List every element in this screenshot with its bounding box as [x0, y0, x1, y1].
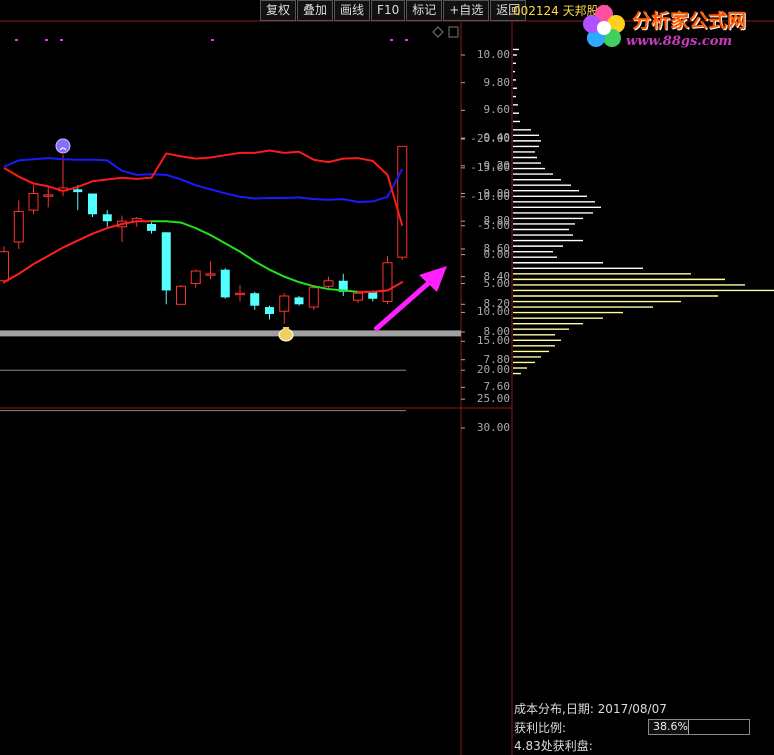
ma-segment — [283, 275, 300, 284]
profit-ratio-label: 获利比例: — [514, 721, 567, 735]
ma-segment — [47, 246, 64, 257]
candle-body — [353, 292, 363, 301]
restore-rights-button[interactable]: 复权 — [260, 0, 297, 21]
candle-body — [161, 232, 171, 291]
candle-body — [235, 292, 245, 296]
ma-segment — [327, 288, 345, 292]
support-band — [0, 330, 461, 337]
indicator-tick-label: 5.00 — [483, 276, 511, 290]
flower-icon — [583, 5, 625, 47]
indicator-tick-label: -10.00 — [470, 189, 510, 203]
candle-body — [323, 280, 334, 287]
ma-segment — [298, 281, 315, 288]
ma-segment — [224, 242, 241, 253]
site-logo: 分析家公式网 www.88gs.com — [576, 0, 774, 56]
ma-segment — [268, 268, 286, 278]
candle-body — [220, 269, 230, 298]
ma-segment — [165, 220, 182, 224]
indicator-tick-label: 20.00 — [476, 363, 510, 377]
ma-segment — [32, 254, 50, 266]
price-tick-label: 9.80 — [483, 75, 511, 89]
candle-body — [28, 193, 39, 211]
indicator-tick-label: -15.00 — [470, 160, 510, 174]
add-watchlist-button[interactable]: +自选 — [443, 0, 490, 21]
candle-body — [250, 293, 260, 306]
f10-button[interactable]: F10 — [371, 0, 406, 21]
candle-body — [265, 307, 274, 314]
candle-body — [102, 214, 112, 222]
money-bag-neck — [283, 327, 289, 330]
ma-segment — [253, 260, 271, 271]
candle-body — [397, 145, 408, 258]
ma-segment — [342, 289, 359, 293]
indicator-tick-label: 25.00 — [476, 392, 510, 406]
indicator-tick-label: 0.00 — [483, 247, 511, 261]
diamond-icon — [432, 26, 444, 38]
chart-toolbar: 复权 叠加 画线 F10 标记 +自选 返回 — [260, 0, 527, 21]
ma-segment — [194, 227, 212, 237]
signal-dot — [390, 39, 393, 41]
signal-dot — [45, 39, 48, 41]
ma-segment — [371, 289, 389, 293]
ma-segment — [17, 263, 35, 275]
candle-body — [382, 262, 393, 303]
candle-body — [88, 193, 97, 215]
logo-url: www.88gs.com — [626, 34, 733, 49]
overlay-button[interactable]: 叠加 — [297, 0, 334, 21]
profit-at-label: 4.83处获利盘: — [514, 739, 593, 753]
cost-title: 成本分布,日期: 2017/08/07 — [514, 702, 667, 716]
indicator-tick-label: -5.00 — [476, 218, 510, 232]
candle-body — [279, 295, 290, 312]
candle-body — [294, 297, 304, 305]
candle-body — [13, 211, 24, 243]
profit-ratio-value: 38.6% — [653, 720, 688, 733]
mark-button[interactable]: 标记 — [406, 0, 443, 21]
candle-body — [0, 251, 9, 282]
signal-dot — [405, 39, 408, 41]
signal-dot — [15, 39, 18, 41]
candle-body — [73, 189, 83, 193]
ma-segment — [180, 221, 197, 230]
ma-segment — [209, 234, 227, 245]
candle-body — [43, 194, 54, 197]
ma-segment — [62, 239, 79, 249]
candle-body — [176, 285, 186, 305]
money-bag-icon — [278, 328, 294, 342]
signal-dot — [211, 39, 214, 41]
indicator-tick-label: -20.00 — [470, 132, 510, 145]
logo-title: 分析家公式网 — [632, 10, 747, 32]
indicator-tick-label: 30.00 — [476, 421, 510, 434]
price-tick-label: 9.60 — [483, 103, 511, 117]
signal-dot — [60, 39, 63, 41]
candle-body — [308, 287, 319, 308]
indicator-tick-label: 10.00 — [476, 305, 510, 319]
candle-body — [147, 223, 156, 231]
indicator-tick-label: 15.00 — [476, 334, 510, 348]
window-icon — [448, 26, 459, 38]
ma-segment — [91, 227, 109, 235]
profit-ratio-bar: 38.6% — [648, 719, 750, 735]
stock-chart — [0, 0, 774, 755]
draw-line-button[interactable]: 画线 — [334, 0, 371, 21]
candle-body — [368, 291, 378, 299]
candle-body — [205, 273, 216, 276]
ma-segment — [76, 232, 94, 242]
candle-body — [190, 270, 201, 285]
blue-indicator-line — [3, 157, 404, 204]
sad-face-icon — [55, 138, 71, 154]
price-tick-label: 10.00 — [476, 48, 510, 61]
ma-segment — [239, 250, 256, 263]
